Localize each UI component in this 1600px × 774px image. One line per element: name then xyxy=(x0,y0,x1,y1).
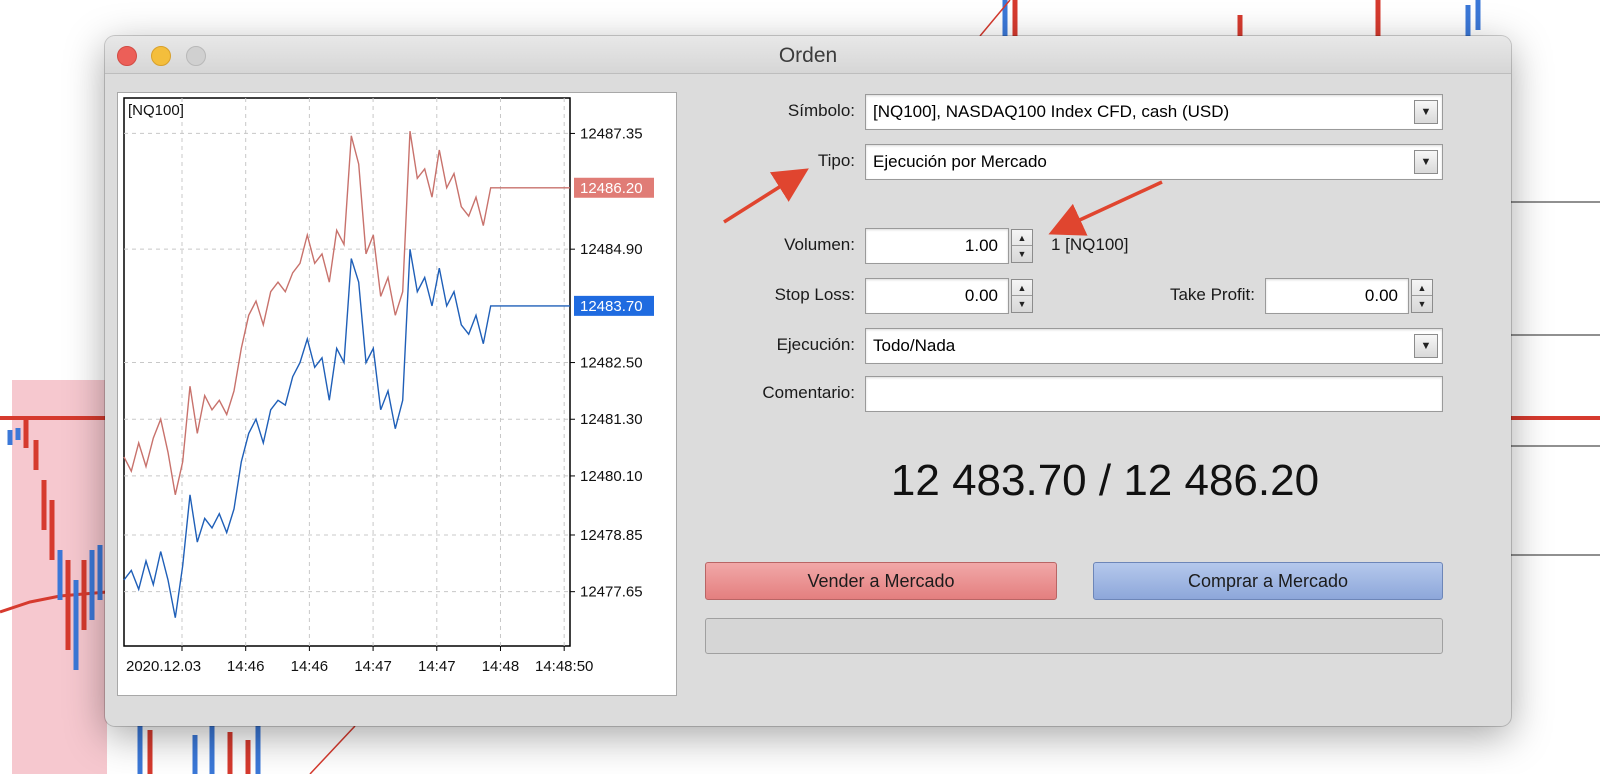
comment-label: Comentario: xyxy=(762,383,855,402)
x-tick-label: 14:48 xyxy=(482,658,520,675)
order-type-dropdown-arrow-icon[interactable]: ▼ xyxy=(1414,150,1438,174)
stop-loss-stepper[interactable]: ▲ ▼ xyxy=(1011,279,1033,313)
execution-select[interactable]: Todo/Nada ▼ xyxy=(865,328,1443,364)
ask-price-tag: 12486.20 xyxy=(580,180,643,197)
volume-stepper[interactable]: ▲ ▼ xyxy=(1011,229,1033,263)
order-dialog: Orden 12487.35 12484.90 12482.50 12481.30 12… xyxy=(105,36,1511,726)
increment-icon[interactable]: ▲ xyxy=(1012,230,1032,246)
type-label: Tipo: xyxy=(817,151,855,170)
execution-label: Ejecución: xyxy=(776,335,855,354)
symbol-select[interactable]: [NQ100], NASDAQ100 Index CFD, cash (USD)… xyxy=(865,94,1443,130)
volume-input[interactable]: 1.00 xyxy=(865,228,1009,264)
plot-area xyxy=(123,97,571,647)
volume-label: Volumen: xyxy=(784,235,855,254)
decrement-icon[interactable]: ▼ xyxy=(1412,296,1432,312)
symbol-label: Símbolo: xyxy=(787,101,855,120)
stop-loss-label: Stop Loss: xyxy=(774,285,855,304)
order-type-value: Ejecución por Mercado xyxy=(873,152,1047,171)
title-bar: Orden xyxy=(105,36,1511,74)
symbol-value: [NQ100], NASDAQ100 Index CFD, cash (USD) xyxy=(873,102,1230,121)
tick-chart-panel: 12487.35 12484.90 12482.50 12481.30 12480.10… xyxy=(117,92,677,696)
take-profit-input[interactable]: 0.00 xyxy=(1265,278,1409,314)
volume-unit: 1 [NQ100] xyxy=(1051,235,1129,254)
order-type-select[interactable]: Ejecución por Mercado ▼ xyxy=(865,144,1443,180)
window-title: Orden xyxy=(778,44,838,67)
stop-loss-input[interactable]: 0.00 xyxy=(865,278,1009,314)
y-tick-label: 12487.35 xyxy=(580,125,643,142)
tick-chart: 12487.35 12484.90 12482.50 12481.30 12480.10… xyxy=(123,97,654,675)
take-profit-label: Take Profit: xyxy=(1169,285,1255,304)
bid-ask-quote: 12 483.70 / 12 486.20 xyxy=(890,456,1320,505)
y-tick-label: 12482.50 xyxy=(580,355,643,372)
y-tick-label: 12477.65 xyxy=(580,584,643,601)
y-tick-label: 12478.85 xyxy=(580,527,643,544)
take-profit-stepper[interactable]: ▲ ▼ xyxy=(1411,279,1433,313)
decrement-icon[interactable]: ▼ xyxy=(1012,246,1032,262)
x-tick-label: 14:46 xyxy=(291,658,329,675)
x-tick-label: 2020.12.03 xyxy=(126,658,201,675)
buy-by-market-button[interactable]: Comprar a Mercado xyxy=(1093,562,1443,600)
x-tick-label: 14:47 xyxy=(354,658,392,675)
status-bar xyxy=(705,618,1443,654)
sell-by-market-button[interactable]: Vender a Mercado xyxy=(705,562,1057,600)
x-tick-label: 14:47 xyxy=(418,658,456,675)
bid-price-tag: 12483.70 xyxy=(580,298,643,315)
symbol-dropdown-arrow-icon[interactable]: ▼ xyxy=(1414,100,1438,124)
x-tick-label: 14:48:50 xyxy=(535,658,593,675)
y-tick-label: 12480.10 xyxy=(580,468,643,485)
chart-symbol-label: [NQ100] xyxy=(128,102,184,119)
comment-input[interactable] xyxy=(865,376,1443,412)
execution-dropdown-arrow-icon[interactable]: ▼ xyxy=(1414,334,1438,358)
x-tick-label: 14:46 xyxy=(227,658,265,675)
y-tick-label: 12484.90 xyxy=(580,241,643,258)
y-tick-label: 12481.30 xyxy=(580,411,643,428)
decrement-icon[interactable]: ▼ xyxy=(1012,296,1032,312)
increment-icon[interactable]: ▲ xyxy=(1012,280,1032,296)
execution-value: Todo/Nada xyxy=(873,336,956,355)
increment-icon[interactable]: ▲ xyxy=(1412,280,1432,296)
